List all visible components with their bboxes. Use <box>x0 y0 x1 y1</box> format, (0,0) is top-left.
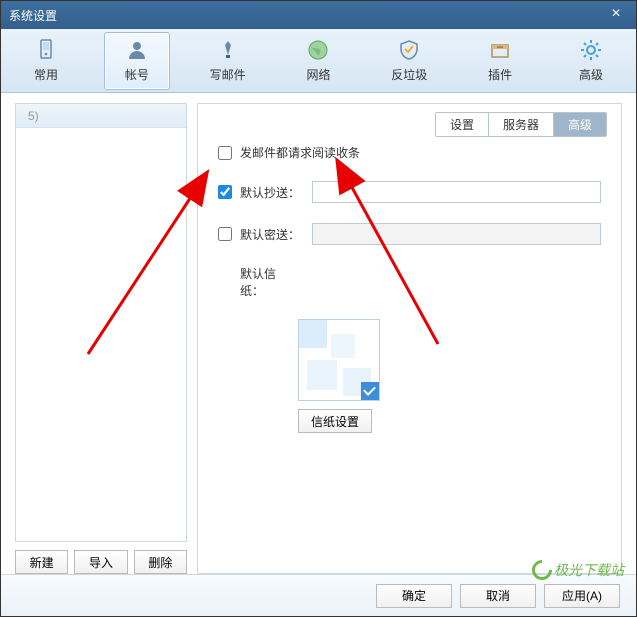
gear-icon <box>579 38 603 62</box>
ok-button[interactable]: 确定 <box>376 584 452 608</box>
tab-label: 网络 <box>306 66 330 83</box>
tab-label: 常用 <box>34 66 58 83</box>
tab-label: 写邮件 <box>210 66 246 83</box>
stationery-label: 默认信纸： <box>240 265 298 299</box>
tab-network[interactable]: 网络 <box>285 32 351 90</box>
tab-advanced[interactable]: 高级 <box>558 32 624 90</box>
window-title: 系统设置 <box>9 7 604 24</box>
tab-label: 帐号 <box>125 66 149 83</box>
stationery-settings-button[interactable]: 信纸设置 <box>298 409 372 433</box>
subtab-settings[interactable]: 设置 <box>436 113 489 136</box>
apply-button[interactable]: 应用(A) <box>544 584 620 608</box>
shield-icon <box>397 38 421 62</box>
footer: 极光下载站 确定 取消 应用(A) <box>1 574 636 616</box>
tab-label: 反垃圾 <box>391 66 427 83</box>
tab-general[interactable]: 常用 <box>13 32 79 90</box>
titlebar: 系统设置 × <box>1 1 636 29</box>
tab-label: 高级 <box>579 66 603 83</box>
subtabs: 设置 服务器 高级 <box>435 112 607 137</box>
checkmark-icon <box>361 382 379 400</box>
account-item[interactable]: 5) <box>16 104 186 128</box>
bcc-label: 默认密送： <box>240 226 312 243</box>
tab-antispam[interactable]: 反垃圾 <box>376 32 442 90</box>
globe-icon <box>306 38 330 62</box>
subtab-advanced[interactable]: 高级 <box>554 113 606 136</box>
new-button[interactable]: 新建 <box>15 550 68 574</box>
bcc-checkbox[interactable] <box>218 227 232 241</box>
device-icon <box>34 38 58 62</box>
tab-compose[interactable]: 写邮件 <box>195 32 261 90</box>
tab-label: 插件 <box>488 66 512 83</box>
cc-checkbox[interactable] <box>218 185 232 199</box>
stationery-preview[interactable] <box>298 319 380 401</box>
subtab-server[interactable]: 服务器 <box>489 113 554 136</box>
cancel-button[interactable]: 取消 <box>460 584 536 608</box>
tab-plugins[interactable]: 插件 <box>467 32 533 90</box>
cc-label: 默认抄送： <box>240 184 312 201</box>
user-icon <box>125 38 149 62</box>
drawer-icon <box>488 38 512 62</box>
account-list[interactable]: 5) <box>15 103 187 542</box>
settings-panel: 设置 服务器 高级 发邮件都请求阅读收条 默认抄送： 默认密送： 默认信纸： <box>197 103 622 574</box>
tab-account[interactable]: 帐号 <box>104 32 170 90</box>
receipt-checkbox[interactable] <box>218 146 232 160</box>
main-tabs: 常用 帐号 写邮件 网络 反垃圾 <box>1 29 636 93</box>
close-icon[interactable]: × <box>604 5 628 25</box>
receipt-label: 发邮件都请求阅读收条 <box>240 144 360 161</box>
pen-icon <box>216 38 240 62</box>
bcc-input <box>312 223 601 245</box>
import-button[interactable]: 导入 <box>74 550 127 574</box>
cc-input[interactable] <box>312 181 601 203</box>
delete-button[interactable]: 删除 <box>134 550 187 574</box>
